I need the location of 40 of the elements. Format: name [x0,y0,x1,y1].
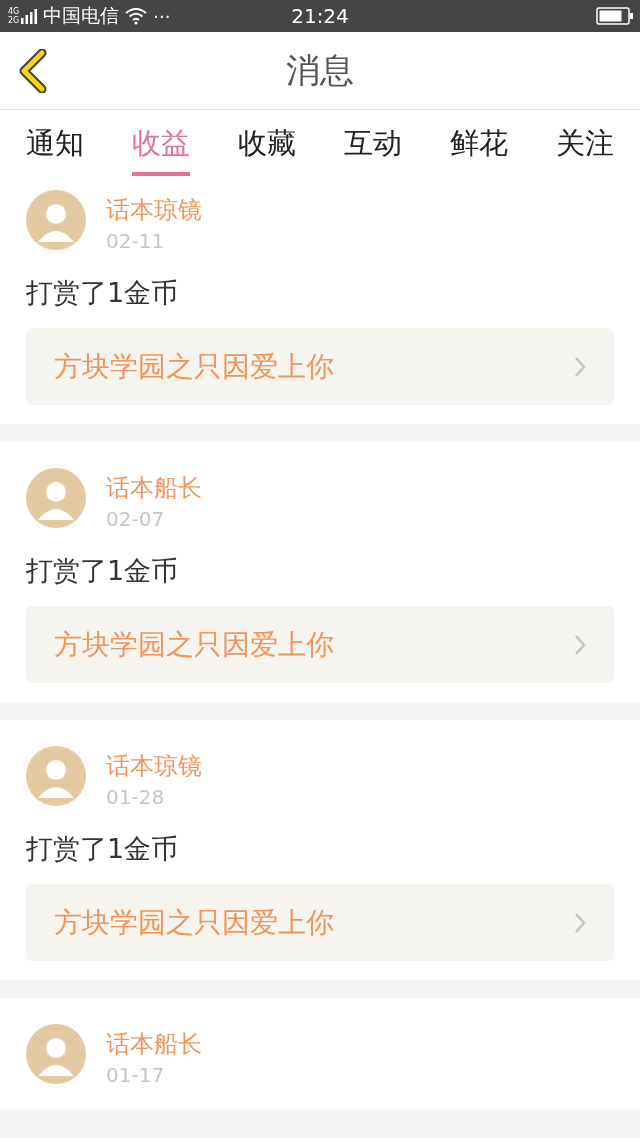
clock-time: 21:24 [291,4,349,28]
tab[interactable]: 鲜花 [450,110,508,176]
tab[interactable]: 收藏 [238,110,296,176]
work-title: 方块学园之只因爱上你 [54,348,334,385]
work-link[interactable]: 方块学园之只因爱上你 [26,884,614,961]
message-date: 02-07 [106,506,166,533]
network-label: 2G [8,16,20,25]
back-icon[interactable] [18,49,48,93]
work-link[interactable]: 方块学园之只因爱上你 [26,328,614,405]
work-title: 方块学园之只因爱上你 [54,626,334,663]
sender-name[interactable]: 话本琼镜 [106,194,202,226]
tab[interactable]: 收益 [132,110,190,176]
message-date: 02-11 [106,228,166,255]
message-text: 打赏了1金币 [26,554,180,588]
avatar-icon [26,468,86,528]
message-date: 01-17 [106,1062,166,1089]
avatar-icon [26,746,86,806]
chevron-right-icon [574,355,586,378]
battery-icon [596,7,634,25]
carrier-name: 中国电信 [43,3,120,28]
wifi-icon [125,7,148,25]
page-title: 消息 [286,48,354,92]
avatar-icon [26,190,86,250]
message-date: 01-28 [106,784,166,811]
work-title: 方块学园之只因爱上你 [54,904,334,941]
sender-name[interactable]: 话本船长 [106,472,202,504]
sender-name[interactable]: 话本琼镜 [106,750,202,782]
tab[interactable]: 通知 [26,110,84,176]
message-text: 打赏了1金币 [26,832,180,866]
network-label: 4G [8,7,20,16]
work-link[interactable]: 方块学园之只因爱上你 [26,606,614,683]
tab[interactable]: 关注 [556,110,614,176]
tab[interactable]: 互动 [344,110,402,176]
signal-icon [21,8,38,24]
chevron-right-icon [574,911,586,934]
message-text: 打赏了1金币 [26,276,180,310]
chevron-right-icon [574,633,586,656]
avatar-icon [26,1024,86,1084]
sender-name[interactable]: 话本船长 [106,1028,202,1060]
more-indicator: ··· [153,5,171,27]
